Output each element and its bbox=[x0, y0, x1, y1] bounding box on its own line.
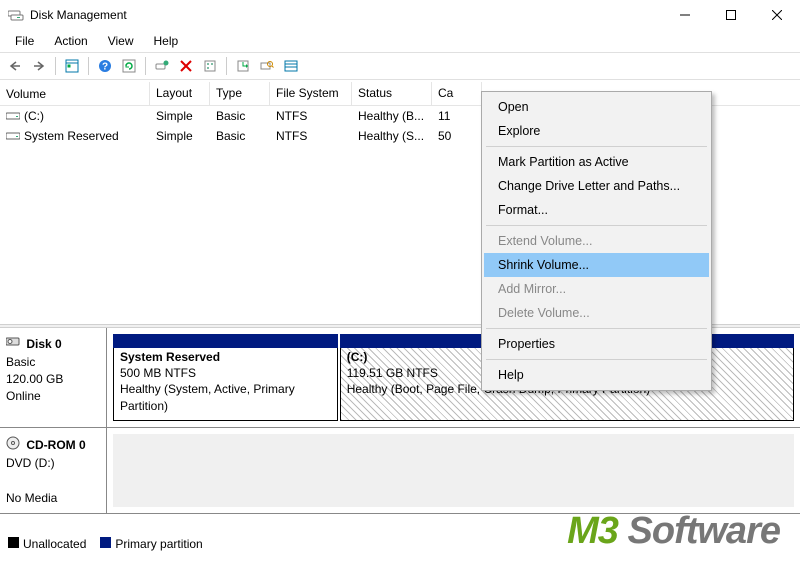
disk-row: CD-ROM 0 DVD (D:) No Media bbox=[0, 428, 800, 514]
menu-bar: File Action View Help bbox=[0, 30, 800, 52]
svg-text:?: ? bbox=[102, 62, 108, 73]
col-capacity[interactable]: Ca bbox=[432, 82, 482, 105]
close-button[interactable] bbox=[754, 0, 800, 30]
disk-label[interactable]: CD-ROM 0 DVD (D:) No Media bbox=[0, 428, 107, 513]
cdrom-icon bbox=[6, 436, 20, 455]
legend: Unallocated Primary partition bbox=[8, 537, 203, 551]
minimize-button[interactable] bbox=[662, 0, 708, 30]
window-title: Disk Management bbox=[30, 8, 662, 22]
volume-name: (C:) bbox=[24, 109, 44, 123]
refresh-button[interactable] bbox=[118, 55, 140, 77]
menu-file[interactable]: File bbox=[5, 32, 44, 50]
disk-label[interactable]: Disk 0 Basic 120.00 GB Online bbox=[0, 328, 107, 427]
drive-icon bbox=[6, 110, 20, 122]
swatch-primary bbox=[100, 537, 111, 548]
cm-open[interactable]: Open bbox=[484, 95, 709, 119]
col-fs[interactable]: File System bbox=[270, 82, 352, 105]
cm-delete: Delete Volume... bbox=[484, 301, 709, 325]
menu-help[interactable]: Help bbox=[144, 32, 189, 50]
show-hide-console-tree-button[interactable] bbox=[61, 55, 83, 77]
cm-shrink[interactable]: Shrink Volume... bbox=[484, 253, 709, 277]
back-button[interactable] bbox=[4, 55, 26, 77]
cm-explore[interactable]: Explore bbox=[484, 119, 709, 143]
cm-mark-active[interactable]: Mark Partition as Active bbox=[484, 150, 709, 174]
cm-format[interactable]: Format... bbox=[484, 198, 709, 222]
help-button[interactable]: ? bbox=[94, 55, 116, 77]
col-layout[interactable]: Layout bbox=[150, 82, 210, 105]
col-type[interactable]: Type bbox=[210, 82, 270, 105]
cm-help[interactable]: Help bbox=[484, 363, 709, 387]
volume-name: System Reserved bbox=[24, 129, 119, 143]
col-volume[interactable]: Volume bbox=[0, 82, 150, 105]
properties-button[interactable] bbox=[199, 55, 221, 77]
cm-extend: Extend Volume... bbox=[484, 229, 709, 253]
menu-action[interactable]: Action bbox=[44, 32, 97, 50]
disk-icon bbox=[6, 336, 20, 353]
cm-change-letter[interactable]: Change Drive Letter and Paths... bbox=[484, 174, 709, 198]
rescan-button[interactable] bbox=[232, 55, 254, 77]
empty-media bbox=[113, 434, 794, 507]
menu-view[interactable]: View bbox=[98, 32, 144, 50]
col-status[interactable]: Status bbox=[352, 82, 432, 105]
maximize-button[interactable] bbox=[708, 0, 754, 30]
cm-mirror: Add Mirror... bbox=[484, 277, 709, 301]
settings-button[interactable] bbox=[151, 55, 173, 77]
delete-button[interactable] bbox=[175, 55, 197, 77]
title-bar: Disk Management bbox=[0, 0, 800, 30]
partition-system-reserved[interactable]: System Reserved 500 MB NTFS Healthy (Sys… bbox=[113, 334, 338, 421]
search-button[interactable] bbox=[256, 55, 278, 77]
toolbar: ? bbox=[0, 52, 800, 80]
app-icon bbox=[8, 8, 24, 22]
watermark: M3 Software bbox=[567, 510, 780, 553]
forward-button[interactable] bbox=[28, 55, 50, 77]
swatch-unallocated bbox=[8, 537, 19, 548]
cm-properties[interactable]: Properties bbox=[484, 332, 709, 356]
drive-icon bbox=[6, 130, 20, 142]
context-menu: Open Explore Mark Partition as Active Ch… bbox=[481, 91, 712, 391]
list-button[interactable] bbox=[280, 55, 302, 77]
